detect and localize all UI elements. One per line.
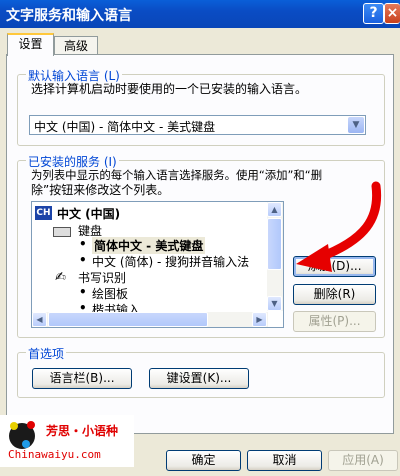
watermark-logo: 芳思・小语种 Chinawaiyu.com (0, 415, 134, 467)
watermark-site: Chinawaiyu.com (8, 448, 101, 461)
apply-button[interactable]: 应用(A) (328, 450, 398, 471)
language-bar-button[interactable]: 语言栏(B)... (32, 368, 132, 389)
close-button[interactable]: × (384, 3, 400, 24)
title-bar: 文字服务和输入语言 ? × (0, 0, 400, 28)
properties-button[interactable]: 属性(P)... (293, 311, 376, 332)
watermark-name: 芳思・小语种 (46, 424, 119, 438)
red-arrow (296, 181, 382, 272)
tree-keyboard-item[interactable]: 简体中文 - 美式键盘 (92, 237, 206, 254)
vertical-scrollbar[interactable]: ▲ ▼ (267, 202, 283, 311)
vertical-scroll-thumb[interactable] (267, 218, 282, 270)
chevron-down-icon[interactable]: ▼ (348, 117, 364, 133)
preferences-legend: 首选项 (26, 345, 67, 362)
tree-handwriting-item[interactable]: 绘图板 (92, 285, 128, 302)
scroll-down-icon[interactable]: ▼ (267, 296, 282, 311)
scroll-right-icon[interactable]: ▶ (252, 312, 267, 327)
services-tree[interactable]: CH 中文 (中国) 键盘 • 简体中文 - 美式键盘 • 中文 (简体) - … (31, 201, 284, 328)
help-button[interactable]: ? (363, 3, 384, 24)
scroll-up-icon[interactable]: ▲ (267, 202, 282, 217)
window-title: 文字服务和输入语言 (6, 8, 132, 24)
keyboard-icon (53, 227, 71, 237)
scroll-left-icon[interactable]: ◀ (32, 312, 47, 327)
tree-keyboard-item[interactable]: 中文 (简体) - 搜狗拼音输入法 (92, 253, 249, 270)
tree-bullet: • (79, 285, 87, 299)
horizontal-scrollbar[interactable]: ◀ ▶ (32, 312, 268, 327)
default-language-value: 中文 (中国) - 简体中文 - 美式键盘 (34, 120, 216, 134)
tree-language[interactable]: 中文 (中国) (57, 205, 120, 222)
key-settings-button[interactable]: 键设置(K)... (149, 368, 249, 389)
tree-handwriting-group[interactable]: 书写识别 (78, 269, 126, 286)
pen-icon: ✍ (55, 270, 66, 285)
remove-button[interactable]: 删除(R) (293, 284, 376, 305)
default-language-description: 选择计算机启动时要使用的一个已安装的输入语言。 (31, 82, 308, 96)
ok-button[interactable]: 确定 (166, 450, 241, 471)
horizontal-scroll-thumb[interactable] (48, 312, 208, 327)
cancel-button[interactable]: 取消 (247, 450, 322, 471)
installed-services-description-line2: 除”按钮来修改这个列表。 (31, 183, 170, 197)
tab-advanced[interactable]: 高级 (54, 36, 98, 56)
language-icon: CH (35, 206, 52, 220)
tree-bullet: • (79, 253, 87, 267)
tab-settings[interactable]: 设置 (7, 33, 54, 56)
tree-bullet: • (79, 237, 87, 251)
smiley-logo-icon (9, 421, 35, 449)
default-language-select[interactable]: 中文 (中国) - 简体中文 - 美式键盘 ▼ (29, 115, 366, 135)
